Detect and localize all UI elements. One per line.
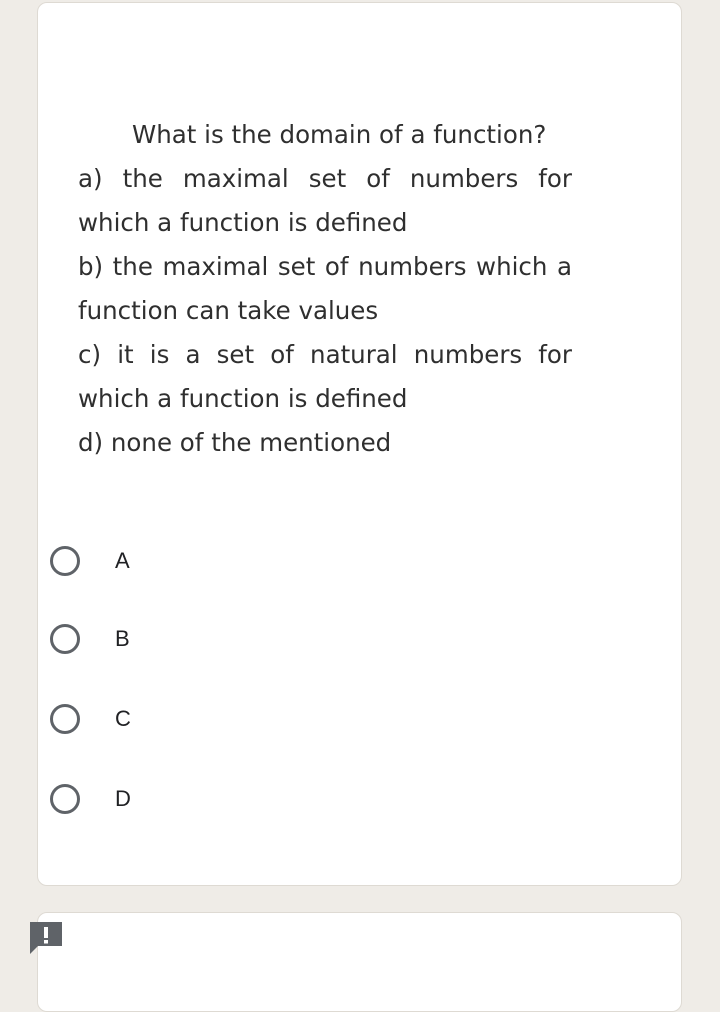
- choice-label-a: A: [115, 548, 130, 573]
- choice-c[interactable]: C: [50, 699, 131, 739]
- option-text-c: c) it is a set of natural numbers for wh…: [78, 340, 572, 413]
- radio-button-b[interactable]: [50, 624, 80, 654]
- radio-button-d[interactable]: [50, 784, 80, 814]
- option-text-a: a) the maximal set of numbers for which …: [78, 164, 572, 237]
- choice-label-d: D: [115, 786, 131, 811]
- radio-button-c[interactable]: [50, 704, 80, 734]
- choice-label-c: C: [115, 706, 131, 731]
- option-text-d: d) none of the mentioned: [78, 428, 392, 457]
- option-text-b: b) the maximal set of numbers which a fu…: [78, 252, 572, 325]
- choice-label-b: B: [115, 626, 130, 651]
- choice-d[interactable]: D: [50, 779, 131, 819]
- question-stem: What is the domain of a function?: [132, 120, 547, 149]
- choice-b[interactable]: B: [50, 619, 130, 659]
- radio-button-a[interactable]: [50, 546, 80, 576]
- alert-exclamation-icon: [28, 920, 64, 956]
- choice-a[interactable]: A: [50, 541, 130, 581]
- question-text: What is the domain of a function? a) the…: [78, 113, 572, 465]
- next-card: [37, 912, 682, 1012]
